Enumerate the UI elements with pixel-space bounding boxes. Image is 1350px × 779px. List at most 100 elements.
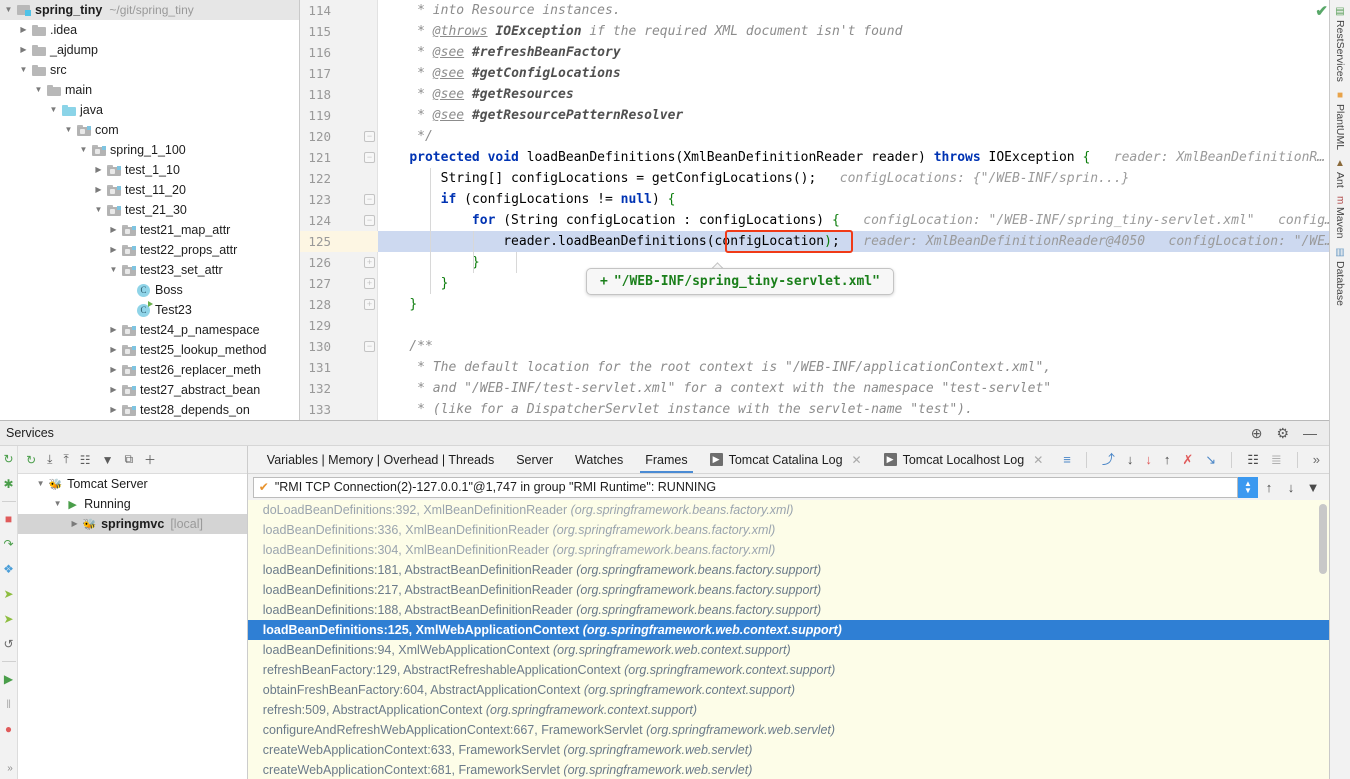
inspection-status-icon[interactable]: ✔ — [1315, 2, 1328, 20]
rerun-icon[interactable]: ↻ — [1, 451, 17, 467]
code-fold-icon[interactable]: − — [364, 194, 375, 205]
project-tree-item[interactable]: test_21_30 — [0, 200, 299, 220]
code-line[interactable]: } — [378, 252, 480, 273]
debug-icon[interactable]: ✱ — [1, 476, 17, 492]
project-tree-item[interactable]: test22_props_attr — [0, 240, 299, 260]
chevron-down-icon[interactable] — [51, 494, 64, 514]
code-line[interactable]: reader.loadBeanDefinitions(configLocatio… — [378, 231, 1333, 252]
code-fold-icon[interactable]: + — [364, 257, 375, 268]
chevron-down-icon[interactable] — [34, 474, 47, 494]
tool-window-button-maven[interactable]: m Maven — [1334, 192, 1346, 243]
frame-list-item[interactable]: loadBeanDefinitions:181, AbstractBeanDef… — [248, 560, 1329, 580]
debugger-tab[interactable]: ▶ Tomcat Catalina Log ✕ — [699, 446, 873, 473]
frame-list-item[interactable]: loadBeanDefinitions:188, AbstractBeanDef… — [248, 600, 1329, 620]
chevron-right-icon[interactable] — [68, 514, 81, 534]
frame-list-item[interactable]: loadBeanDefinitions:217, AbstractBeanDef… — [248, 580, 1329, 600]
tool-window-button-ant[interactable]: ▲ Ant — [1334, 154, 1346, 192]
chevron-down-icon[interactable] — [32, 80, 45, 100]
next-frame-button[interactable]: ↓ — [1280, 480, 1302, 495]
debugger-tab[interactable]: Server — [505, 446, 564, 473]
frame-list-item[interactable]: obtainFreshBeanFactory:604, AbstractAppl… — [248, 680, 1329, 700]
code-fold-icon[interactable]: − — [364, 131, 375, 142]
group-by-icon[interactable]: ☷ — [80, 453, 91, 467]
project-tree-item[interactable]: spring_1_100 — [0, 140, 299, 160]
code-fold-icon[interactable]: − — [364, 215, 375, 226]
thread-dropdown-button[interactable]: ▲ ▼ — [1238, 476, 1258, 498]
scroll-to-top-icon[interactable]: ↑ — [1164, 453, 1171, 466]
services-tree-toolbar[interactable]: ↻ ⤓ ⤒ ☷ ▼ ⧉ ＋ — [18, 446, 247, 474]
debugger-tab[interactable]: Watches — [564, 446, 634, 473]
code-line[interactable]: * and "/WEB-INF/test-servlet.xml" for a … — [378, 378, 1051, 399]
code-line[interactable]: for (String configLocation : configLocat… — [378, 210, 1333, 231]
project-tree-item[interactable]: com — [0, 120, 299, 140]
line-number[interactable]: 121 — [300, 147, 331, 168]
chevron-down-icon[interactable] — [2, 0, 15, 20]
right-tool-window-bar[interactable]: ▤ RestServices ■ PlantUML ▲ Ant m Maven ▥ Databas… — [1329, 0, 1350, 779]
previous-frame-button[interactable]: ↑ — [1258, 480, 1280, 495]
show-executing-icon[interactable]: ⤴ — [1102, 453, 1115, 466]
code-line[interactable]: } — [378, 273, 449, 294]
help-icon[interactable]: ⊕ — [1251, 426, 1263, 440]
debugger-tab-bar[interactable]: Variables | Memory | Overhead | Threads S… — [247, 446, 1329, 474]
code-line[interactable]: * The default location for the root cont… — [378, 357, 1051, 378]
thread-selector-bar[interactable]: ✔ "RMI TCP Connection(2)-127.0.0.1"@1,74… — [247, 474, 1329, 500]
code-line[interactable]: * @see #getResources — [378, 84, 574, 105]
services-tree-panel[interactable]: ↻ ⤓ ⤒ ☷ ▼ ⧉ ＋ 🐝 Tomcat Server ▶ Running 🐝 springmvc… — [18, 446, 248, 779]
frame-list-item[interactable]: loadBeanDefinitions:94, XmlWebApplicatio… — [248, 640, 1329, 660]
frame-list-item[interactable]: createWebApplicationContext:633, Framewo… — [248, 740, 1329, 760]
filter-frames-button[interactable]: ▼ — [1302, 480, 1324, 495]
chevron-down-icon[interactable] — [107, 260, 120, 280]
code-fold-icon[interactable]: − — [364, 152, 375, 163]
project-tree-item[interactable]: .idea — [0, 20, 299, 40]
line-number[interactable]: 130 — [300, 336, 331, 357]
scroll-to-bottom-icon[interactable]: ↓ — [1145, 453, 1152, 466]
rerun-failed-icon[interactable]: ↺ — [1, 636, 17, 652]
code-fold-icon[interactable]: − — [364, 341, 375, 352]
project-tree-item[interactable]: test26_replacer_meth — [0, 360, 299, 380]
close-icon[interactable]: ✕ — [1033, 453, 1043, 467]
chevron-right-icon[interactable] — [92, 180, 105, 200]
show-tabs-icon[interactable]: ⧉ — [124, 452, 133, 467]
tool-window-button-restservices[interactable]: ▤ RestServices — [1334, 2, 1346, 86]
close-icon[interactable]: ✕ — [852, 453, 862, 467]
filter-icon[interactable]: ▼ — [102, 453, 114, 467]
code-line[interactable]: */ — [378, 126, 433, 147]
line-number[interactable]: 125 — [300, 231, 331, 252]
collapse-all-icon[interactable]: ⤒ — [63, 452, 68, 467]
code-fold-icon[interactable]: + — [364, 278, 375, 289]
debugger-console-actions[interactable]: ≡ ⤴ ↓ ↓ ↑ ✗ ↘ ☷ ≣ » — [1054, 446, 1329, 473]
code-line[interactable]: * @see #refreshBeanFactory — [378, 42, 621, 63]
code-editor[interactable]: 114 115 116 117 118 119 120 − 121 − 122 123 − 124 − 125… — [300, 0, 1350, 420]
frame-list-item[interactable]: configureAndRefreshWebApplicationContext… — [248, 720, 1329, 740]
step-out-icon[interactable]: ➤ — [1, 611, 17, 627]
scroll-end-cursor-icon[interactable]: ↘ — [1205, 453, 1216, 466]
debugger-tab[interactable]: Variables | Memory | Overhead | Threads — [256, 446, 505, 473]
project-tree-item[interactable]: main — [0, 80, 299, 100]
add-watch-icon[interactable]: + — [600, 274, 608, 289]
line-number[interactable]: 120 — [300, 126, 331, 147]
chevron-right-icon[interactable] — [107, 220, 120, 240]
project-tree-item[interactable]: test21_map_attr — [0, 220, 299, 240]
chevron-down-icon[interactable] — [47, 100, 60, 120]
code-line[interactable]: String[] configLocations = getConfigLoca… — [378, 168, 1130, 189]
frame-list-item[interactable]: loadBeanDefinitions:304, XmlBeanDefiniti… — [248, 540, 1329, 560]
chevron-right-icon[interactable] — [107, 400, 120, 420]
debugger-actions-toolbar[interactable]: ↻ ✱ ■ ↷ ❖ ➤ ➤ ↺ ▶ ‖ ● — [0, 446, 19, 779]
line-number[interactable]: 128 — [300, 294, 331, 315]
settings-gear-icon[interactable]: ⚙ — [1276, 426, 1289, 440]
line-number[interactable]: 122 — [300, 168, 331, 189]
expand-all-icon[interactable]: ⤓ — [47, 452, 52, 467]
soft-wrap-icon[interactable]: ≡ — [1063, 453, 1071, 466]
minimize-icon[interactable]: — — [1303, 426, 1317, 440]
line-number[interactable]: 119 — [300, 105, 331, 126]
settings-list-icon[interactable]: ≣ — [1271, 453, 1282, 466]
clear-all-icon[interactable]: ✗ — [1182, 453, 1193, 466]
frames-scrollbar[interactable] — [1319, 504, 1327, 574]
project-tree-item[interactable]: test23_set_attr — [0, 260, 299, 280]
line-number[interactable]: 131 — [300, 357, 331, 378]
line-number[interactable]: 116 — [300, 42, 331, 63]
step-over-icon[interactable]: ↷ — [1, 536, 17, 552]
project-tool-window[interactable]: spring_tiny ~/git/spring_tiny .idea _ajdu… — [0, 0, 300, 420]
frame-list-item[interactable]: createWebApplicationContext:681, Framewo… — [248, 760, 1329, 779]
rerun-service-icon[interactable]: ↻ — [26, 453, 36, 467]
